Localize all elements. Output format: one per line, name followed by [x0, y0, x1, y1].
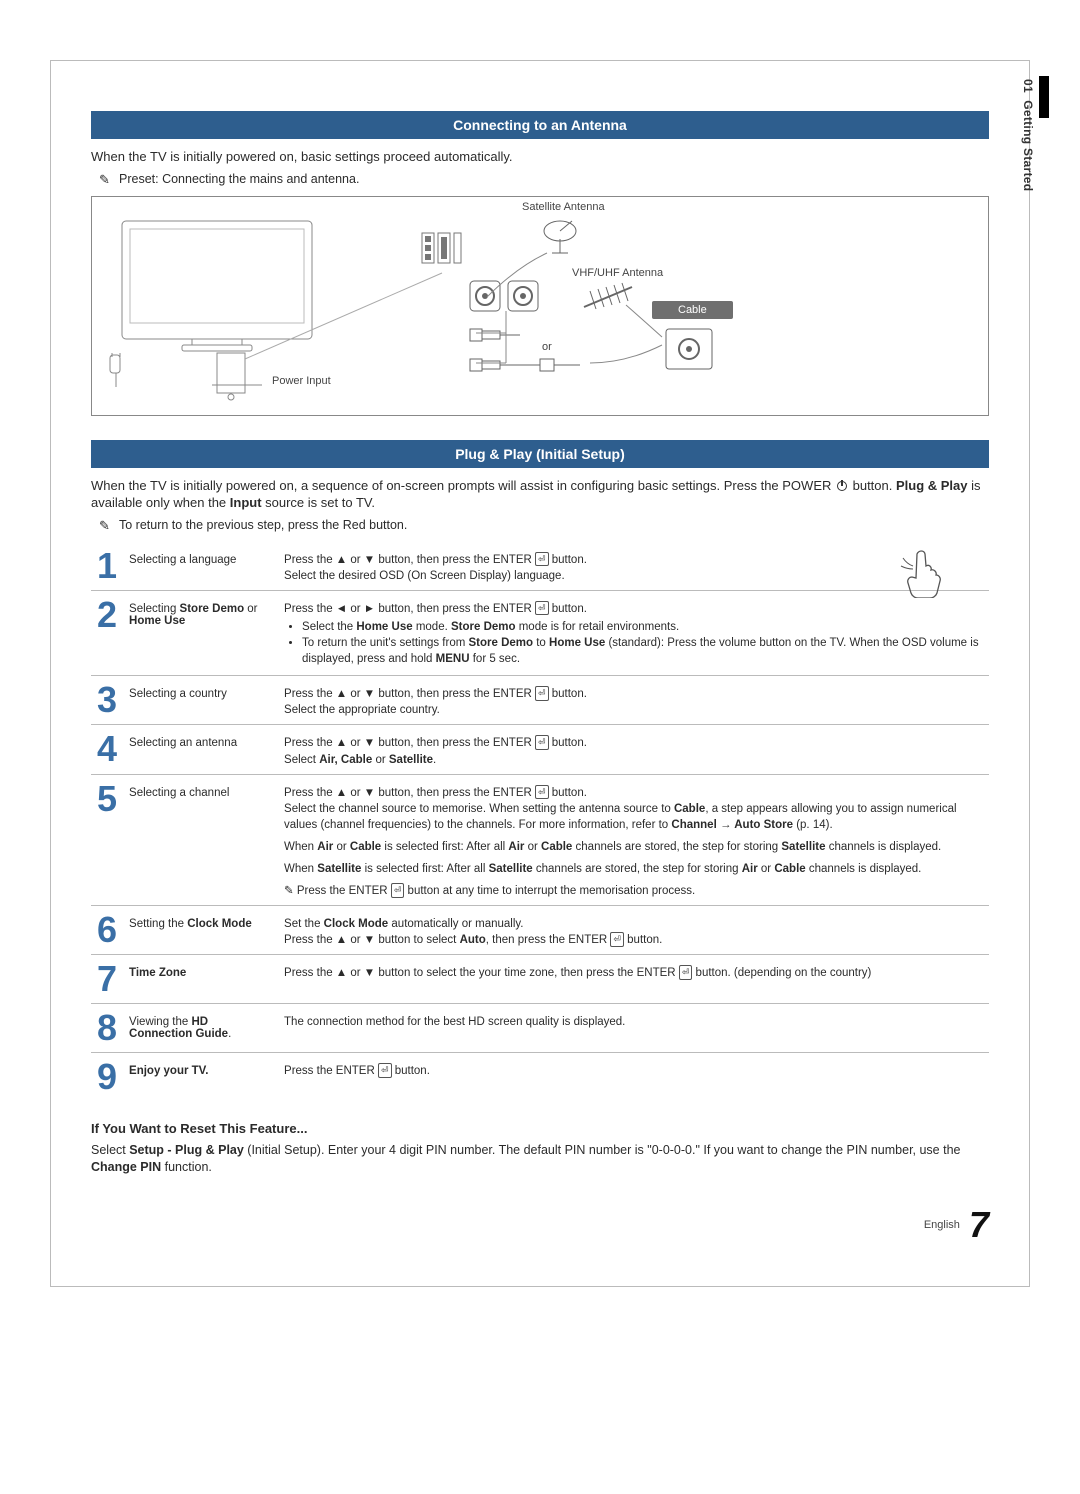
antenna-preset-note: Preset: Connecting the mains and antenna…: [119, 172, 989, 186]
step-description: Press the ▲ or ▼ button, then press the …: [278, 774, 989, 906]
enter-icon: ⏎: [535, 552, 549, 567]
enter-icon: ⏎: [679, 965, 693, 980]
antenna-intro: When the TV is initially powered on, bas…: [91, 149, 989, 166]
footer-page-number: 7: [969, 1204, 989, 1246]
chapter-number: 01: [1021, 79, 1035, 93]
step-title: Setting the Clock Mode: [123, 906, 278, 955]
enter-icon: ⏎: [391, 883, 405, 898]
section-heading-plugplay: Plug & Play (Initial Setup): [91, 440, 989, 468]
step-description: The connection method for the best HD sc…: [278, 1004, 989, 1053]
step-number: 3: [91, 676, 123, 725]
step-description: Press the ◄ or ► button, then press the …: [278, 590, 989, 675]
footer-language: English: [924, 1219, 960, 1231]
step-description: Press the ▲ or ▼ button, then press the …: [278, 725, 989, 774]
chapter-tab: 01 Getting Started: [1021, 79, 1035, 191]
antenna-diagram: Satellite Antenna VHF/UHF Antenna: [91, 196, 989, 416]
or-label: or: [542, 341, 552, 353]
pointing-hand-icon: [897, 546, 949, 603]
table-row: 3Selecting a countryPress the ▲ or ▼ but…: [91, 676, 989, 725]
step-number: 8: [91, 1004, 123, 1053]
enter-icon: ⏎: [535, 735, 549, 750]
table-row: 6Setting the Clock ModeSet the Clock Mod…: [91, 906, 989, 955]
table-row: 5Selecting a channelPress the ▲ or ▼ but…: [91, 774, 989, 906]
step-title: Selecting a language: [123, 542, 278, 591]
step-description: Press the ▲ or ▼ button, then press the …: [278, 542, 989, 591]
section-heading-antenna: Connecting to an Antenna: [91, 111, 989, 139]
enter-icon: ⏎: [535, 686, 549, 701]
step-description: Set the Clock Mode automatically or manu…: [278, 906, 989, 955]
chapter-marker-strip: [1039, 76, 1049, 118]
plugplay-return-note: To return to the previous step, press th…: [119, 518, 989, 532]
step-title: Selecting Store Demo or Home Use: [123, 590, 278, 675]
step-number: 2: [91, 590, 123, 675]
step-description: Press the ▲ or ▼ button, then press the …: [278, 676, 989, 725]
sat-cable-line: [487, 237, 587, 287]
step-title: Selecting a country: [123, 676, 278, 725]
step-number: 4: [91, 725, 123, 774]
step-description: Press the ▲ or ▼ button to select the yo…: [278, 955, 989, 1004]
step-title: Enjoy your TV.: [123, 1053, 278, 1102]
step-title: Selecting a channel: [123, 774, 278, 906]
tv-illustration: [112, 211, 372, 391]
enter-icon: ⏎: [535, 601, 549, 616]
enter-icon: ⏎: [610, 932, 624, 947]
reset-body: Select Setup - Plug & Play (Initial Setu…: [91, 1142, 989, 1176]
setup-steps-table: 1Selecting a languagePress the ▲ or ▼ bu…: [91, 542, 989, 1102]
step-description: Press the ENTER ⏎ button.: [278, 1053, 989, 1102]
power-icon: [837, 481, 847, 491]
cable-wall-outlet-icon: [666, 329, 714, 373]
cable-curve-line: [590, 305, 670, 385]
step-number: 5: [91, 774, 123, 906]
reset-heading: If You Want to Reset This Feature...: [91, 1121, 989, 1136]
step-title: Time Zone: [123, 955, 278, 1004]
power-input-line: [212, 375, 332, 395]
step-title: Selecting an antenna: [123, 725, 278, 774]
enter-icon: ⏎: [378, 1063, 392, 1078]
table-row: 7Time ZonePress the ▲ or ▼ button to sel…: [91, 955, 989, 1004]
page-footer: English 7: [91, 1204, 989, 1246]
table-row: 8Viewing the HD Connection Guide.The con…: [91, 1004, 989, 1053]
plugplay-intro: When the TV is initially powered on, a s…: [91, 478, 989, 512]
chapter-title: Getting Started: [1021, 100, 1035, 191]
table-row: 1Selecting a languagePress the ▲ or ▼ bu…: [91, 542, 989, 591]
enter-icon: ⏎: [535, 785, 549, 800]
step-number: 7: [91, 955, 123, 1004]
step-number: 6: [91, 906, 123, 955]
vhf-uhf-label: VHF/UHF Antenna: [572, 267, 663, 279]
step-number: 1: [91, 542, 123, 591]
table-row: 9Enjoy your TV.Press the ENTER ⏎ button.: [91, 1053, 989, 1102]
sat-antenna-label: Satellite Antenna: [522, 201, 605, 213]
reset-feature-block: If You Want to Reset This Feature... Sel…: [91, 1121, 989, 1176]
step-title: Viewing the HD Connection Guide.: [123, 1004, 278, 1053]
table-row: 4Selecting an antennaPress the ▲ or ▼ bu…: [91, 725, 989, 774]
page-content: 01 Getting Started Connecting to an Ante…: [50, 60, 1030, 1287]
step-number: 9: [91, 1053, 123, 1102]
port-connector-lines: [506, 311, 536, 371]
table-row: 2Selecting Store Demo or Home UsePress t…: [91, 590, 989, 675]
